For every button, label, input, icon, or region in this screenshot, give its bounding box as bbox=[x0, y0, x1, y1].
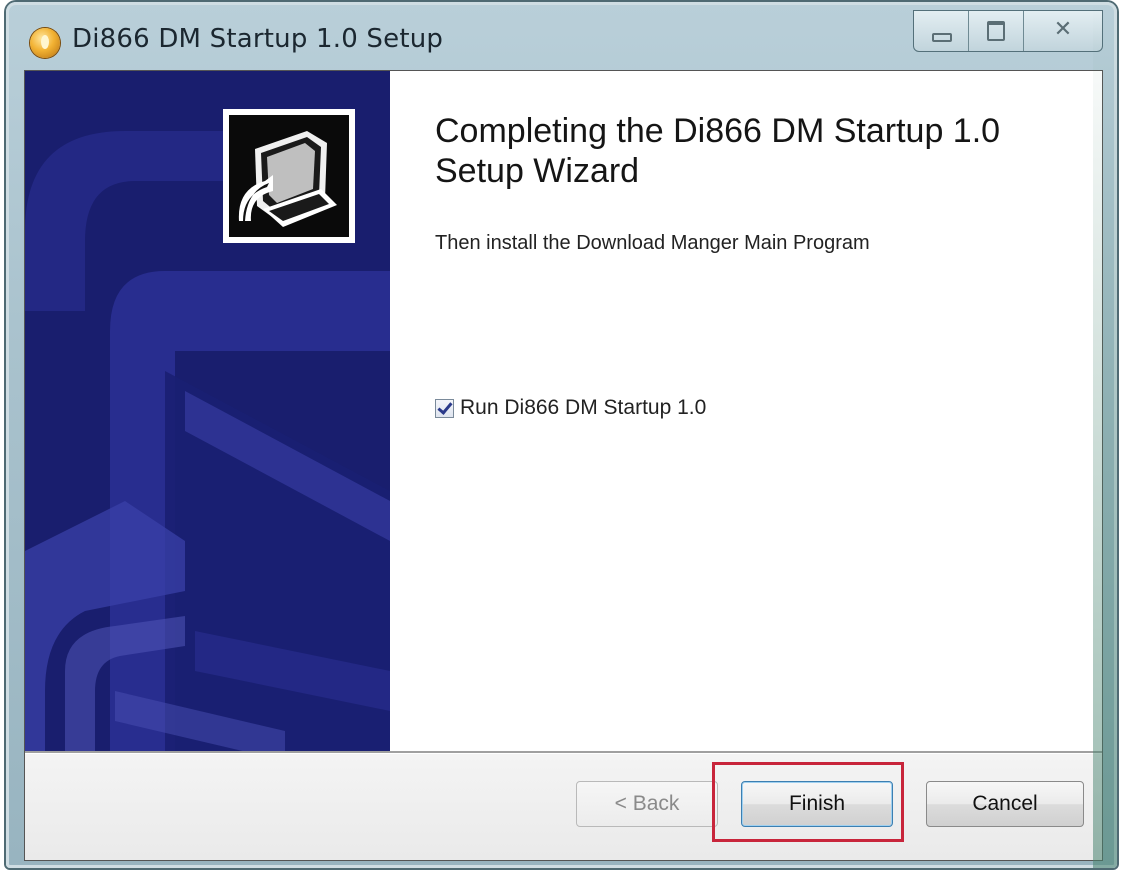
setup-app-icon bbox=[30, 28, 60, 58]
run-checkbox[interactable] bbox=[435, 398, 454, 418]
description-text: Then install the Download Manger Main Pr… bbox=[435, 232, 870, 254]
title-bar[interactable]: Di866 DM Startup 1.0 Setup ✕ bbox=[6, 2, 1117, 66]
back-button[interactable]: < Back bbox=[576, 781, 718, 827]
minimize-button[interactable] bbox=[914, 11, 969, 51]
run-checkbox-label[interactable]: Run Di866 DM Startup 1.0 bbox=[460, 396, 706, 420]
finish-highlight-annotation bbox=[712, 762, 904, 842]
cancel-button[interactable]: Cancel bbox=[926, 781, 1084, 827]
maximize-button[interactable] bbox=[969, 11, 1024, 51]
page-title: Completing the Di866 DM Startup 1.0 Setu… bbox=[435, 112, 1001, 190]
caption-buttons: ✕ bbox=[913, 10, 1103, 52]
wizard-client-area: Completing the Di866 DM Startup 1.0 Setu… bbox=[24, 70, 1103, 861]
installer-computer-icon bbox=[223, 109, 355, 243]
close-button[interactable]: ✕ bbox=[1024, 11, 1102, 51]
setup-window: Di866 DM Startup 1.0 Setup ✕ Completing … bbox=[6, 2, 1117, 868]
banner-artwork bbox=[25, 71, 390, 751]
window-title: Di866 DM Startup 1.0 Setup bbox=[72, 24, 444, 54]
run-after-install-option[interactable]: Run Di866 DM Startup 1.0 bbox=[435, 396, 706, 420]
wizard-content: Completing the Di866 DM Startup 1.0 Setu… bbox=[390, 71, 1102, 751]
wizard-side-banner bbox=[25, 71, 390, 751]
